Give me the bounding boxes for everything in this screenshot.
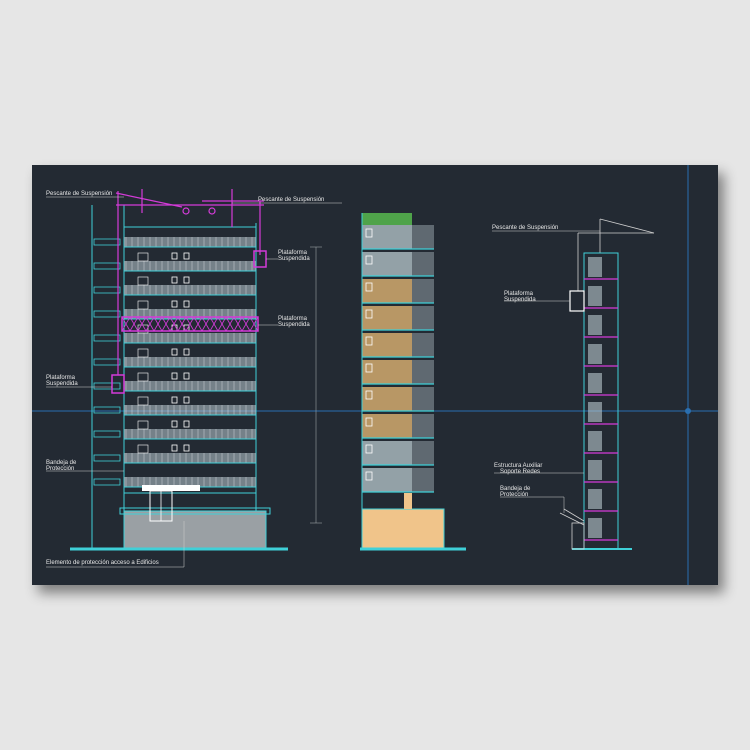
section-floor-glazing bbox=[412, 279, 434, 303]
section-floor-glazing bbox=[412, 441, 434, 465]
cad-drawing-sheet: Pescante de Suspensión Pescante de Suspe… bbox=[32, 165, 718, 585]
label-side-plataforma-b: Suspendida bbox=[504, 297, 536, 303]
front-window bbox=[183, 300, 190, 308]
front-door-opening bbox=[137, 276, 149, 286]
label-elemento: Elemento de protección acceso a Edificio… bbox=[46, 560, 159, 566]
front-side-balcony bbox=[93, 382, 121, 390]
section-support bbox=[404, 493, 412, 509]
front-side-balcony bbox=[93, 286, 121, 294]
front-window bbox=[171, 396, 178, 404]
front-door-opening bbox=[137, 348, 149, 358]
side-floor-glazing bbox=[588, 315, 602, 335]
label-plataforma-right-1b: Suspendida bbox=[278, 256, 310, 262]
front-window bbox=[183, 372, 190, 380]
section-ground-block bbox=[361, 508, 445, 550]
section-floor-glazing bbox=[412, 252, 434, 276]
front-left-hanging-platform bbox=[111, 374, 125, 394]
front-window bbox=[171, 420, 178, 428]
front-window bbox=[183, 420, 190, 428]
side-floor-glazing bbox=[588, 518, 602, 538]
label-bandeja-b: Protección bbox=[46, 466, 74, 472]
section-elevation bbox=[360, 213, 466, 551]
side-floor-glazing bbox=[588, 344, 602, 364]
side-elevation: Pescante de Suspensión Plataforma Suspen… bbox=[492, 218, 655, 550]
section-floor-glazing bbox=[412, 225, 434, 249]
section-floor-glazing bbox=[412, 333, 434, 357]
front-door-opening bbox=[137, 372, 149, 382]
front-window bbox=[183, 444, 190, 452]
front-window bbox=[171, 300, 178, 308]
front-davit-pulley-2 bbox=[208, 207, 216, 215]
front-base-block bbox=[123, 510, 267, 549]
axis-origin-marker bbox=[685, 408, 691, 414]
side-floor-glazing bbox=[588, 402, 602, 422]
side-davit-brace bbox=[599, 218, 655, 234]
side-floor-glazing bbox=[588, 431, 602, 451]
front-window bbox=[171, 348, 178, 356]
front-door-opening bbox=[137, 300, 149, 310]
front-side-balcony bbox=[93, 478, 121, 486]
cad-drawing: Pescante de Suspensión Pescante de Suspe… bbox=[32, 165, 718, 585]
front-side-balcony bbox=[93, 454, 121, 462]
front-side-balcony bbox=[93, 310, 121, 318]
label-side-pescante: Pescante de Suspensión bbox=[492, 225, 558, 231]
front-side-balcony bbox=[93, 262, 121, 270]
side-floors bbox=[584, 257, 618, 541]
side-aux-arm-2 bbox=[563, 508, 585, 522]
side-auxiliary-structure bbox=[559, 508, 585, 550]
front-window bbox=[171, 372, 178, 380]
front-door-opening bbox=[137, 396, 149, 406]
front-entrance-canopy bbox=[142, 485, 200, 491]
section-floor-glazing bbox=[412, 360, 434, 384]
label-plataforma-right-2b: Suspendida bbox=[278, 322, 310, 328]
section-floor-glazing bbox=[412, 414, 434, 438]
label-plataforma-left-b: Suspendida bbox=[46, 381, 78, 387]
side-floor-glazing bbox=[588, 286, 602, 306]
front-side-balcony bbox=[93, 334, 121, 342]
front-window bbox=[171, 444, 178, 452]
section-roof-garden bbox=[362, 213, 412, 225]
side-aux-post bbox=[571, 522, 585, 550]
section-floor-glazing bbox=[412, 387, 434, 411]
front-side-balcony bbox=[93, 358, 121, 366]
side-floor-glazing bbox=[588, 489, 602, 509]
front-window bbox=[171, 252, 178, 260]
section-floor-glazing bbox=[412, 306, 434, 330]
front-elevation: Pescante de Suspensión Pescante de Suspe… bbox=[46, 189, 342, 568]
label-side-estructura-b: Soporte Redes bbox=[500, 469, 540, 475]
front-door-opening bbox=[137, 420, 149, 430]
side-hanging-platform bbox=[569, 290, 585, 312]
side-floor-glazing bbox=[588, 460, 602, 480]
side-floor-glazing bbox=[588, 257, 602, 277]
side-floor-glazing bbox=[588, 373, 602, 393]
label-pescante-top: Pescante de Suspensión bbox=[258, 197, 324, 203]
section-floor-glazing bbox=[412, 468, 434, 492]
section-floors bbox=[362, 225, 434, 493]
front-door-opening bbox=[137, 252, 149, 262]
front-window bbox=[183, 396, 190, 404]
side-davit bbox=[577, 218, 655, 291]
front-window bbox=[183, 348, 190, 356]
label-side-bandeja-b: Protección bbox=[500, 492, 528, 498]
front-davit-pulley-1 bbox=[182, 207, 190, 215]
front-side-balcony bbox=[93, 406, 121, 414]
front-door-opening bbox=[137, 444, 149, 454]
front-window bbox=[171, 276, 178, 284]
front-window bbox=[183, 252, 190, 260]
front-side-balcony bbox=[93, 238, 121, 246]
label-pescante-left: Pescante de Suspensión bbox=[46, 191, 112, 197]
front-window bbox=[183, 276, 190, 284]
front-side-balcony bbox=[93, 430, 121, 438]
